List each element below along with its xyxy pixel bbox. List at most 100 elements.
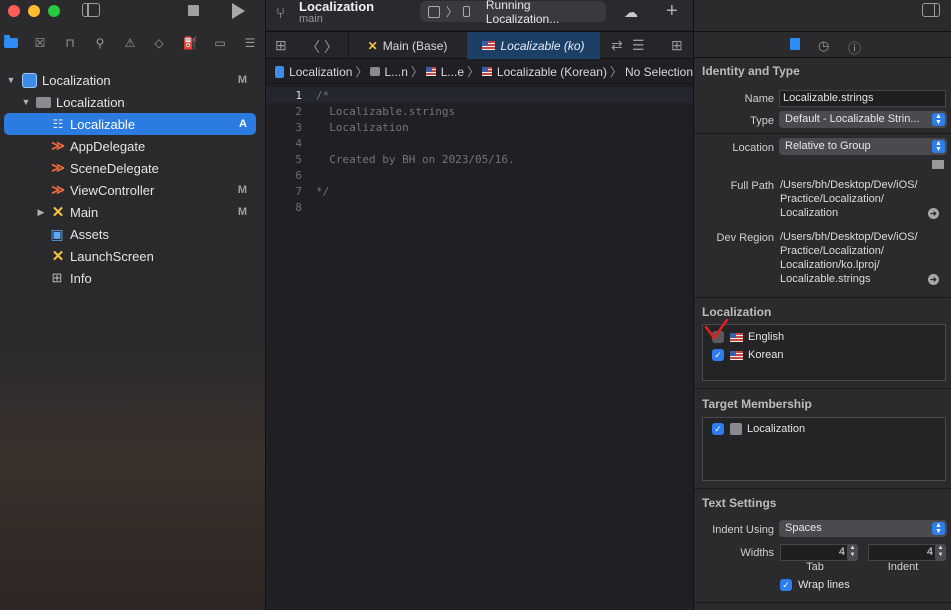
tree-row-main[interactable]: ▶ ✕ Main M: [0, 201, 266, 223]
code-line[interactable]: 3 Localization: [266, 119, 693, 135]
line-number: 4: [295, 136, 302, 150]
chevron-right-icon: 〉: [609, 65, 622, 79]
line-number: 1: [295, 88, 302, 102]
tree-row-info[interactable]: ⊞ Info: [0, 267, 266, 289]
tab-localizable-ko[interactable]: Localizable (ko): [467, 32, 600, 59]
jumpbar-selection[interactable]: No Selection: [625, 65, 693, 79]
report-navigator-icon[interactable]: ☰: [242, 35, 258, 51]
back-chevron-icon[interactable]: 〈: [306, 37, 320, 57]
wrap-lines-checkbox[interactable]: ✓: [780, 579, 792, 591]
tab-main-base[interactable]: ✕ Main (Base): [348, 32, 466, 59]
plist-icon: ⊞: [51, 270, 63, 285]
wrap-lines-label: Wrap lines: [798, 579, 850, 591]
tree-label: Main: [70, 204, 99, 220]
file-tree: ▼ Localization M ▼ Localization ☷ Locali…: [0, 69, 266, 289]
test-navigator-icon[interactable]: ◇: [151, 35, 167, 51]
disclosure-open-icon[interactable]: ▼: [21, 97, 31, 107]
forward-chevron-icon[interactable]: 〉: [324, 37, 338, 57]
source-control-navigator-icon[interactable]: ☒: [32, 35, 48, 51]
cloud-icon[interactable]: ☁: [624, 4, 638, 21]
tab-width-stepper[interactable]: ▲ ▼: [847, 544, 858, 561]
strings-file-icon: [482, 41, 496, 50]
target-row-localization[interactable]: ✓ Localization: [712, 423, 805, 435]
disclosure-closed-icon[interactable]: ▶: [36, 207, 46, 218]
divider: [694, 388, 951, 389]
storyboard-icon: ✕: [51, 248, 65, 265]
location-value: Relative to Group: [785, 140, 871, 152]
indent-width-field[interactable]: 4: [868, 544, 938, 561]
target-checkbox[interactable]: ✓: [712, 423, 724, 435]
localization-row-korean[interactable]: ✓ Korean: [712, 349, 783, 361]
section-title-text-settings: Text Settings: [702, 496, 777, 510]
scheme-status-pill[interactable]: 〉 Running Localization...: [420, 0, 606, 26]
code-line[interactable]: 7 */: [266, 183, 693, 199]
file-inspector-icon[interactable]: [790, 38, 800, 53]
tree-row-scenedelegate[interactable]: ≫ SceneDelegate: [0, 157, 266, 179]
code-line[interactable]: 2 Localizable.strings: [266, 103, 693, 119]
grid-icon[interactable]: ⊞: [275, 37, 287, 54]
run-button[interactable]: [232, 3, 245, 19]
minimize-window-button[interactable]: [28, 5, 40, 17]
tree-label: Info: [70, 270, 92, 286]
scm-badge: M: [237, 74, 247, 86]
tree-row-group[interactable]: ▼ Localization: [0, 91, 266, 113]
find-navigator-icon[interactable]: ⚲: [92, 35, 108, 51]
reveal-in-finder-icon[interactable]: ➜: [928, 274, 939, 285]
tree-row-viewcontroller[interactable]: ≫ ViewController M: [0, 179, 266, 201]
location-popup[interactable]: Relative to Group ▲ ▼: [779, 138, 947, 155]
close-window-button[interactable]: [8, 5, 20, 17]
split-editor-icon[interactable]: ⊞: [671, 37, 683, 54]
tree-row-launchscreen[interactable]: ✕ LaunchScreen: [0, 245, 266, 267]
tree-row-project[interactable]: ▼ Localization M: [0, 69, 266, 91]
inspector-toggle-icon[interactable]: [922, 3, 940, 17]
korean-checkbox[interactable]: ✓: [712, 349, 724, 361]
choose-folder-icon[interactable]: [932, 160, 944, 169]
navigator-toggle-icon[interactable]: [82, 3, 100, 17]
editor-options-icon[interactable]: ☰: [632, 37, 645, 54]
widths-label: Widths: [740, 547, 774, 559]
code-line[interactable]: 1 /*: [266, 87, 693, 103]
type-value: Default - Localizable Strin...: [785, 113, 920, 125]
tab-sublabel: Tab: [806, 561, 824, 573]
scm-badge: M: [237, 206, 247, 218]
issue-navigator-icon[interactable]: ⚠: [122, 35, 138, 51]
jumpbar-project[interactable]: Localization: [289, 65, 352, 79]
editor-tab-bar: ⊞ 〈 〉 ✕ Main (Base) Localizable (ko) ⇄ ☰…: [266, 31, 693, 59]
project-navigator-icon[interactable]: [3, 35, 19, 51]
name-field[interactable]: Localizable.strings: [779, 90, 946, 107]
history-inspector-icon[interactable]: ◷: [818, 38, 829, 54]
reveal-in-finder-icon[interactable]: ➜: [928, 208, 939, 219]
strings-file-icon: [425, 67, 436, 76]
quick-help-icon[interactable]: ⓘ: [848, 38, 861, 57]
debug-navigator-icon[interactable]: ⛽: [182, 35, 198, 51]
device-icon: [462, 6, 470, 17]
jumpbar-file[interactable]: Localizable (Korean): [497, 65, 607, 79]
target-label: Localization: [747, 423, 806, 435]
code-text: Localization: [316, 120, 409, 134]
source-editor[interactable]: 1 /* 2 Localizable.strings 3 Localization…: [266, 87, 693, 215]
tree-label: LaunchScreen: [70, 248, 154, 264]
code-line[interactable]: 5 Created by BH on 2023/05/16.: [266, 151, 693, 167]
stop-button[interactable]: [188, 5, 199, 16]
indent-width-stepper[interactable]: ▲ ▼: [935, 544, 946, 561]
breakpoint-navigator-icon[interactable]: ▭: [212, 35, 228, 51]
tab-width-field[interactable]: 4: [780, 544, 850, 561]
tree-row-localizable[interactable]: ☷ Localizable A: [4, 113, 256, 135]
related-items-icon[interactable]: ⇄: [611, 37, 623, 54]
code-line[interactable]: 8: [266, 199, 693, 215]
add-icon[interactable]: +: [666, 0, 678, 23]
indent-sublabel: Indent: [887, 561, 919, 573]
tree-row-appdelegate[interactable]: ≫ AppDelegate: [0, 135, 266, 157]
symbol-navigator-icon[interactable]: ⊓: [62, 35, 78, 51]
jumpbar-folder[interactable]: L...n: [385, 65, 408, 79]
wrap-lines-row[interactable]: ✓ Wrap lines: [780, 579, 850, 591]
code-line[interactable]: 6: [266, 167, 693, 183]
zoom-window-button[interactable]: [48, 5, 60, 17]
jumpbar-file-group[interactable]: L...e: [441, 65, 464, 79]
disclosure-open-icon[interactable]: ▼: [6, 75, 16, 85]
tree-row-assets[interactable]: ▣ Assets: [0, 223, 266, 245]
project-icon: [275, 65, 285, 78]
code-line[interactable]: 4: [266, 135, 693, 151]
type-popup[interactable]: Default - Localizable Strin... ▲ ▼: [779, 111, 947, 128]
indent-using-popup[interactable]: Spaces ▲ ▼: [779, 520, 947, 537]
